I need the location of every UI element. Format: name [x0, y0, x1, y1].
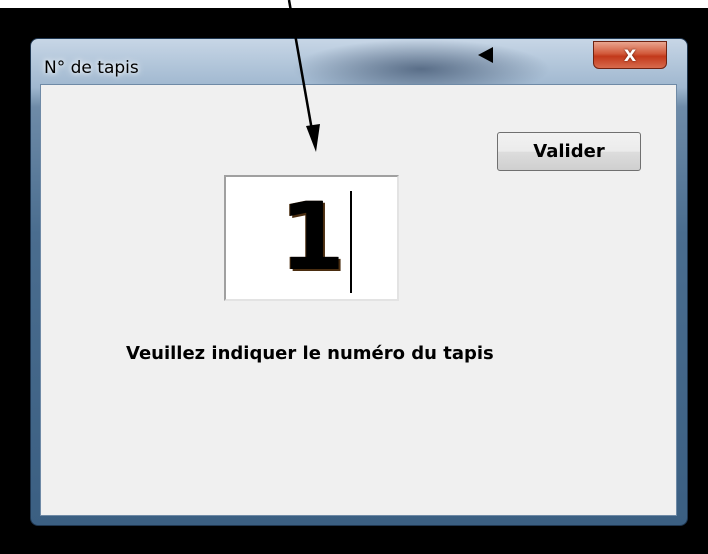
triangle-left-icon [478, 47, 493, 63]
arrow-down-icon [287, 0, 320, 152]
annotation-overlay [287, 0, 493, 152]
screenshot-stage: N° de tapis X Valider 1 Veuillez indique… [0, 0, 708, 554]
